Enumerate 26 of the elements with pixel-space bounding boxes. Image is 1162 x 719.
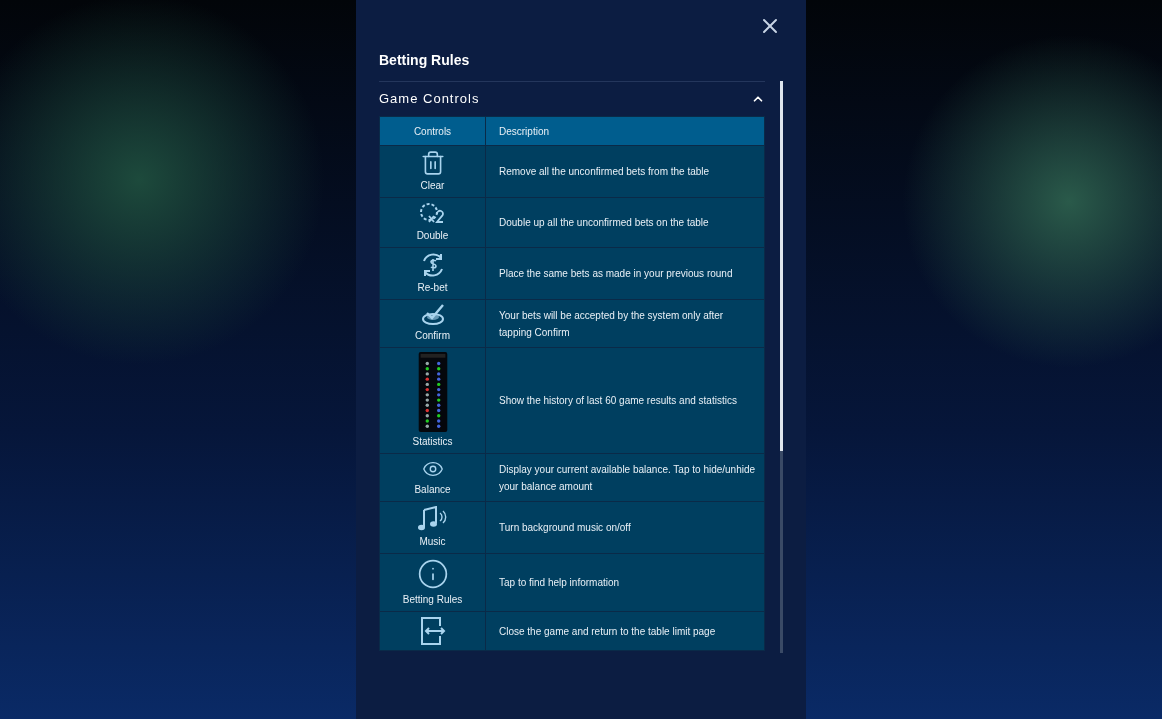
control-label: Balance — [414, 483, 451, 497]
trash-icon — [419, 150, 446, 176]
description-cell: Tap to find help information — [485, 553, 765, 612]
description-cell: Double up all the unconfirmed bets on the table — [485, 197, 765, 248]
description-cell: Show the history of last 60 game results and statistics — [485, 347, 765, 454]
control-label: Re-bet — [417, 281, 448, 295]
column-header: Controls — [379, 116, 486, 146]
control-label: Statistics — [412, 435, 453, 449]
dialog-title: Betting Rules — [379, 51, 470, 70]
control-label: Clear — [420, 179, 445, 193]
section-header[interactable]: Game Controls — [379, 81, 766, 115]
control-label: Double — [416, 229, 449, 243]
description-cell: Display your current available balance. Tap to hide/unhide your balance amount — [485, 453, 765, 502]
info-icon — [416, 558, 449, 590]
description-cell: Close the game and return to the table limit page — [485, 611, 765, 651]
column-header: Description — [485, 116, 765, 146]
chip-x2-icon — [418, 202, 447, 226]
music-note-icon — [416, 506, 449, 532]
description-cell: Your bets will be accepted by the system only after tapping Confirm — [485, 299, 765, 348]
description-cell: Remove all the unconfirmed bets from the table — [485, 145, 765, 198]
description-cell: Place the same bets as made in your previous round — [485, 247, 765, 300]
control-label: Music — [419, 535, 446, 549]
chip-check-icon — [419, 304, 446, 326]
control-label: Confirm — [415, 329, 450, 343]
control-label: Betting Rules — [402, 593, 463, 607]
description-cell: Turn background music on/off — [485, 501, 765, 554]
